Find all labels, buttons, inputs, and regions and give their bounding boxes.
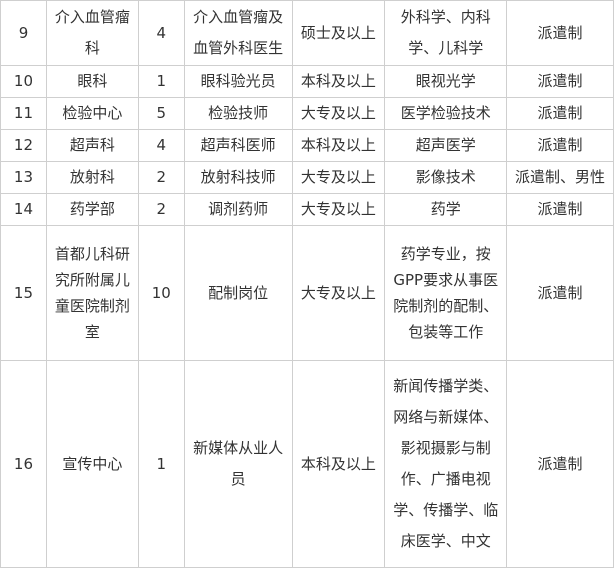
cell-dept: 介入血管瘤科 [45,0,139,66]
cell-education: 大专及以上 [291,161,386,194]
cell-major: 药学 [384,193,508,226]
cell-count: 5 [137,97,185,130]
cell-dept: 检验中心 [45,97,139,130]
cell-no: 13 [0,161,47,194]
cell-education: 大专及以上 [291,225,386,361]
cell-type: 派遣制 [506,65,614,98]
cell-education: 本科及以上 [291,129,386,162]
cell-major: 影像技术 [384,161,508,194]
cell-major: 超声医学 [384,129,508,162]
cell-position: 调剂药师 [183,193,293,226]
cell-no: 9 [0,0,47,66]
cell-education: 大专及以上 [291,193,386,226]
cell-type: 派遣制 [506,225,614,361]
cell-major: 外科学、内科学、儿科学 [384,0,508,66]
cell-type: 派遣制 [506,97,614,130]
cell-position: 眼科验光员 [183,65,293,98]
table-row: 15 首都儿科研究所附属儿童医院制剂室 10 配制岗位 大专及以上 药学专业，按… [0,225,614,361]
table-row: 13 放射科 2 放射科技师 大专及以上 影像技术 派遣制、男性 [0,161,614,194]
cell-position: 放射科技师 [183,161,293,194]
cell-dept: 宣传中心 [45,360,139,568]
cell-major: 医学检验技术 [384,97,508,130]
cell-no: 11 [0,97,47,130]
cell-count: 1 [137,65,185,98]
cell-dept: 超声科 [45,129,139,162]
table-row: 14 药学部 2 调剂药师 大专及以上 药学 派遣制 [0,193,614,226]
cell-no: 12 [0,129,47,162]
recruitment-table: 9 介入血管瘤科 4 介入血管瘤及血管外科医生 硕士及以上 外科学、内科学、儿科… [0,0,614,568]
cell-position: 检验技师 [183,97,293,130]
cell-education: 大专及以上 [291,97,386,130]
cell-type: 派遣制 [506,360,614,568]
cell-dept: 放射科 [45,161,139,194]
cell-dept: 眼科 [45,65,139,98]
table-row: 12 超声科 4 超声科医师 本科及以上 超声医学 派遣制 [0,129,614,162]
cell-position: 新媒体从业人员 [183,360,293,568]
cell-no: 15 [0,225,47,361]
cell-type: 派遣制 [506,129,614,162]
cell-count: 2 [137,161,185,194]
cell-count: 1 [137,360,185,568]
cell-position: 超声科医师 [183,129,293,162]
cell-type: 派遣制 [506,193,614,226]
cell-major: 药学专业，按GPP要求从事医院制剂的配制、包装等工作 [384,225,508,361]
cell-count: 10 [137,225,185,361]
cell-major: 新闻传播学类、网络与新媒体、影视摄影与制作、广播电视学、传播学、临床医学、中文 [384,360,508,568]
cell-count: 2 [137,193,185,226]
cell-type: 派遣制 [506,0,614,66]
table-row: 10 眼科 1 眼科验光员 本科及以上 眼视光学 派遣制 [0,65,614,98]
cell-education: 硕士及以上 [291,0,386,66]
cell-no: 16 [0,360,47,568]
cell-no: 10 [0,65,47,98]
cell-education: 本科及以上 [291,360,386,568]
cell-dept: 药学部 [45,193,139,226]
cell-type: 派遣制、男性 [506,161,614,194]
cell-position: 介入血管瘤及血管外科医生 [183,0,293,66]
cell-major: 眼视光学 [384,65,508,98]
cell-dept: 首都儿科研究所附属儿童医院制剂室 [45,225,139,361]
cell-education: 本科及以上 [291,65,386,98]
cell-position: 配制岗位 [183,225,293,361]
cell-count: 4 [137,129,185,162]
table-row: 9 介入血管瘤科 4 介入血管瘤及血管外科医生 硕士及以上 外科学、内科学、儿科… [0,0,614,66]
table-row: 11 检验中心 5 检验技师 大专及以上 医学检验技术 派遣制 [0,97,614,130]
cell-count: 4 [137,0,185,66]
cell-no: 14 [0,193,47,226]
table-row: 16 宣传中心 1 新媒体从业人员 本科及以上 新闻传播学类、网络与新媒体、影视… [0,360,614,568]
